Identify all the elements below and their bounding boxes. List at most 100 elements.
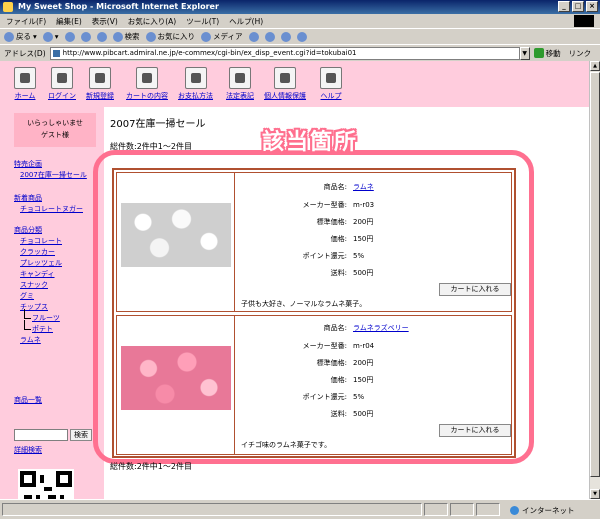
spec-shipping: 送料: 500円 (330, 410, 374, 418)
links-button[interactable]: リンク (569, 48, 592, 59)
category-link-candy[interactable]: キャンディ (14, 269, 62, 280)
spec-std-price: 標準価格: 200円 (316, 218, 374, 226)
close-button[interactable]: × (586, 1, 598, 12)
category-head-link[interactable]: 商品分類 (14, 225, 62, 236)
add-to-cart-button[interactable]: カートに入れる (439, 283, 511, 296)
history-icon[interactable] (248, 31, 259, 42)
category-link-cracker[interactable]: クラッカー (14, 247, 62, 258)
mail-icon[interactable] (264, 31, 275, 42)
nav-login[interactable]: ログイン (48, 67, 76, 101)
product-description: イチゴ味のラムネ菓子です。 (241, 441, 332, 449)
menu-bar: ファイル(F) 編集(E) 表示(V) お気に入り(A) ツール(T) ヘルプ(… (0, 14, 600, 28)
stop-icon[interactable] (64, 31, 75, 42)
sidebar-search: 検索 (14, 429, 92, 441)
maximize-button[interactable]: □ (572, 1, 584, 12)
login-icon (51, 67, 73, 89)
product-photo[interactable] (121, 203, 231, 267)
status-field (476, 503, 500, 516)
menu-edit[interactable]: 編集(E) (56, 16, 82, 27)
sidebar: いらっしゃいませ ゲスト様 特売企画 2007在庫一掃セール 新着商品 チョコレ… (0, 107, 104, 499)
welcome-line1: いらっしゃいませ (27, 119, 83, 127)
nav-privacy[interactable]: 個人情報保護 (264, 67, 306, 101)
special-section: 特売企画 2007在庫一掃セール (14, 159, 87, 181)
category-link-pretzel[interactable]: プレッツェル (14, 258, 62, 269)
spec-shipping: 送料: 500円 (330, 269, 374, 277)
qr-code-icon (20, 471, 72, 499)
subcategory-link-fruit[interactable]: フルーツ (14, 309, 62, 324)
product-info: 商品名: ラムネラズベリー メーカー型番: m-r04 標準価格: 200円 価格: 1… (239, 316, 511, 454)
refresh-icon[interactable] (80, 31, 91, 42)
window-titlebar: My Sweet Shop - Microsoft Internet Explo… (0, 0, 600, 14)
media-icon (201, 31, 212, 42)
product-name-link[interactable]: ラムネラズベリー (353, 322, 409, 334)
new-item-link[interactable]: チョコレートヌガー (14, 204, 83, 215)
nav-register[interactable]: 新規登録 (86, 67, 114, 101)
home-icon (14, 67, 36, 89)
address-input[interactable]: http://www.pibcart.admiral.ne.jp/e-comme… (49, 46, 520, 60)
person-icon (274, 67, 296, 89)
spec-name: 商品名: ラムネ (323, 181, 374, 193)
category-link-chips[interactable]: チップス (14, 302, 62, 313)
welcome-box: いらっしゃいませ ゲスト様 (14, 113, 96, 147)
nav-help[interactable]: ヘルプ (320, 67, 342, 101)
search-input[interactable] (14, 429, 68, 441)
spec-points: ポイント還元: 5% (302, 393, 365, 401)
advanced-search-link[interactable]: 詳細検索 (14, 445, 42, 455)
status-message-field (2, 503, 422, 516)
search-button[interactable]: 検索 (70, 429, 92, 441)
scroll-thumb[interactable] (590, 72, 600, 477)
new-head-link[interactable]: 新着商品 (14, 193, 83, 204)
search-button[interactable]: 検索 (112, 31, 140, 42)
media-button[interactable]: メディア (201, 31, 243, 42)
special-item-link[interactable]: 2007在庫一掃セール (14, 170, 87, 181)
nav-payment[interactable]: お支払方法 (178, 67, 213, 101)
menu-help[interactable]: ヘルプ(H) (229, 16, 263, 27)
scroll-down-button[interactable]: ▼ (590, 489, 600, 499)
subcategory-link-potato[interactable]: ポテト (14, 320, 62, 335)
scroll-up-button[interactable]: ▲ (590, 61, 600, 71)
go-arrow-icon (533, 48, 544, 58)
product-list-link[interactable]: 商品一覧 (14, 395, 42, 406)
menu-file[interactable]: ファイル(F) (6, 16, 46, 27)
go-button[interactable]: 移動 (533, 48, 561, 59)
address-bar: アドレス(D) http://www.pibcart.admiral.ne.jp… (0, 44, 600, 61)
menu-favorites[interactable]: お気に入り(A) (128, 16, 176, 27)
star-icon (145, 31, 156, 42)
new-section: 新着商品 チョコレートヌガー (14, 193, 83, 215)
spec-code: メーカー型番: m-r03 (302, 201, 375, 209)
qr-code (18, 469, 74, 499)
nav-cart[interactable]: カートの内容 (126, 67, 168, 101)
status-field (424, 503, 448, 516)
product-name-link[interactable]: ラムネ (353, 181, 374, 193)
category-link-snack[interactable]: スナック (14, 280, 62, 291)
category-link-gummy[interactable]: グミ (14, 291, 62, 302)
site-nav: ホーム ログイン 新規登録 カートの内容 お支払方法 法定表記 個人情報保護 ヘ… (0, 61, 589, 107)
print-icon[interactable] (280, 31, 291, 42)
nav-home[interactable]: ホーム (14, 67, 36, 101)
product-photo[interactable] (121, 346, 231, 410)
favorites-button[interactable]: お気に入り (145, 31, 195, 42)
menu-view[interactable]: 表示(V) (92, 16, 118, 27)
forward-button[interactable]: ▾ (42, 31, 59, 42)
minimize-button[interactable]: _ (558, 1, 570, 12)
zone-label: インターネット (522, 506, 575, 515)
category-link-chocolate[interactable]: チョコレート (14, 236, 62, 247)
page-viewport: ホーム ログイン 新規登録 カートの内容 お支払方法 法定表記 個人情報保護 ヘ… (0, 61, 589, 499)
special-head-link[interactable]: 特売企画 (14, 159, 87, 170)
home-icon[interactable] (96, 31, 107, 42)
register-pen-icon (89, 67, 111, 89)
menu-tools[interactable]: ツール(T) (186, 16, 219, 27)
address-dropdown-button[interactable]: ▼ (519, 46, 530, 60)
product-info: 商品名: ラムネ メーカー型番: m-r03 標準価格: 200円 価格: 150円 ポ… (239, 173, 511, 311)
add-to-cart-button[interactable]: カートに入れる (439, 424, 511, 437)
forward-arrow-icon (42, 31, 53, 42)
browser-toolbar: 戻る ▾ ▾ 検索 お気に入り メディア (0, 28, 600, 44)
nav-legal[interactable]: 法定表記 (226, 67, 254, 101)
edit-icon[interactable] (296, 31, 307, 42)
ie-icon (3, 2, 13, 12)
spec-name: 商品名: ラムネラズベリー (323, 322, 409, 334)
vertical-scrollbar[interactable]: ▲ ▼ (589, 61, 600, 499)
back-button[interactable]: 戻る ▾ (4, 31, 37, 42)
category-link-ramune[interactable]: ラムネ (14, 335, 62, 346)
product-row: 商品名: ラムネラズベリー メーカー型番: m-r04 標準価格: 200円 価格: 1… (116, 315, 512, 455)
